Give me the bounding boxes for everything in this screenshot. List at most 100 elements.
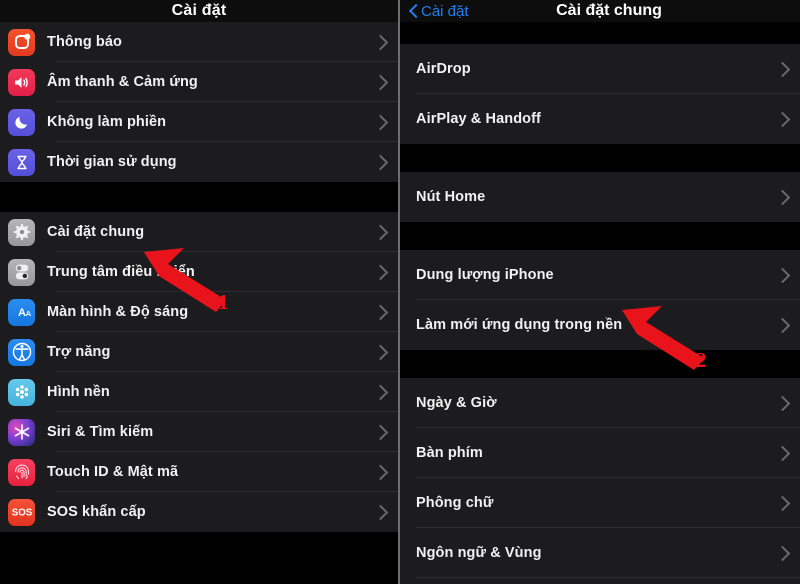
sidebar-item-label: Thông báo	[47, 34, 122, 50]
chevron-right-icon	[774, 111, 791, 128]
general-group-3: Dung lượng iPhone Làm mới ứng dụng trong…	[400, 250, 800, 350]
chevron-right-icon	[372, 34, 389, 51]
chevron-right-icon	[372, 224, 389, 241]
sidebar-item-label: Âm thanh & Cảm ứng	[47, 74, 198, 90]
sidebar-item-wallpaper[interactable]: Hình nền	[0, 372, 398, 412]
general-settings-icon	[8, 218, 35, 246]
general-settings-screen-panel: Cài đặt Cài đặt chung AirDrop AirPlay & …	[398, 0, 800, 584]
sidebar-item-label: Touch ID & Mật mã	[47, 464, 179, 480]
sidebar-item-do-not-disturb[interactable]: Không làm phiền	[0, 102, 398, 142]
section-gap	[400, 222, 800, 250]
touch-id-icon	[8, 458, 35, 486]
sidebar-item-notifications[interactable]: Thông báo	[0, 22, 398, 62]
chevron-right-icon	[774, 189, 791, 206]
sidebar-item-label: Cài đặt chung	[47, 224, 145, 240]
list-item-keyboard[interactable]: Bàn phím	[400, 428, 800, 478]
chevron-right-icon	[372, 384, 389, 401]
sidebar-item-general[interactable]: Cài đặt chung	[0, 212, 398, 252]
list-item-label: Phông chữ	[416, 495, 494, 511]
section-gap	[400, 144, 800, 172]
chevron-left-icon	[408, 3, 419, 19]
list-item-label: Ngày & Giờ	[416, 395, 497, 411]
sidebar-item-emergency-sos[interactable]: SOS SOS khẩn cấp	[0, 492, 398, 532]
left-navigation-bar: Cài đặt	[0, 0, 398, 22]
list-item-label: Bàn phím	[416, 445, 483, 461]
sidebar-item-siri-search[interactable]: Siri & Tìm kiếm	[0, 412, 398, 452]
chevron-right-icon	[774, 395, 791, 412]
list-item-label: Ngôn ngữ & Vùng	[416, 545, 542, 561]
settings-screen-panel: Cài đặt Thông báo Âm thanh & Cảm ứng Khô…	[0, 0, 398, 584]
sidebar-item-display-brightness[interactable]: A A Màn hình & Độ sáng	[0, 292, 398, 332]
list-item-background-app-refresh[interactable]: Làm mới ứng dụng trong nền	[400, 300, 800, 350]
general-group-1: AirDrop AirPlay & Handoff	[400, 44, 800, 144]
sounds-haptics-icon	[8, 68, 35, 96]
sidebar-item-label: Siri & Tìm kiếm	[47, 424, 154, 440]
section-gap	[400, 22, 800, 44]
list-item-language-region[interactable]: Ngôn ngữ & Vùng	[400, 528, 800, 578]
screen-time-icon	[8, 148, 35, 176]
settings-group-1: Thông báo Âm thanh & Cảm ứng Không làm p…	[0, 22, 398, 182]
list-item-airdrop[interactable]: AirDrop	[400, 44, 800, 94]
page-title: Cài đặt	[171, 2, 227, 19]
chevron-right-icon	[774, 495, 791, 512]
sidebar-item-label: Trợ năng	[47, 344, 111, 360]
chevron-right-icon	[372, 504, 389, 521]
sidebar-item-label: Thời gian sử dụng	[47, 154, 177, 170]
chevron-right-icon	[372, 304, 389, 321]
chevron-right-icon	[774, 61, 791, 78]
chevron-right-icon	[372, 464, 389, 481]
chevron-right-icon	[372, 74, 389, 91]
list-item-iphone-storage[interactable]: Dung lượng iPhone	[400, 250, 800, 300]
sidebar-item-accessibility[interactable]: Trợ năng	[0, 332, 398, 372]
sidebar-item-label: Không làm phiền	[47, 114, 167, 130]
list-item-dictionary[interactable]: Từ điển	[400, 578, 800, 584]
list-item-label: Nút Home	[416, 189, 486, 205]
sidebar-item-control-center[interactable]: Trung tâm điều khiển	[0, 252, 398, 292]
chevron-right-icon	[774, 545, 791, 562]
general-group-4: Ngày & Giờ Bàn phím Phông chữ Ngôn ngữ &…	[400, 378, 800, 584]
siri-search-icon	[8, 418, 35, 446]
back-button-label: Cài đặt	[421, 2, 469, 20]
notifications-icon	[8, 28, 35, 56]
list-item-label: AirDrop	[416, 61, 471, 77]
chevron-right-icon	[372, 424, 389, 441]
list-item-airplay-handoff[interactable]: AirPlay & Handoff	[400, 94, 800, 144]
annotation-number-1: 1	[218, 290, 229, 314]
chevron-right-icon	[774, 267, 791, 284]
sidebar-item-label: Trung tâm điều khiển	[47, 264, 195, 280]
general-group-2: Nút Home	[400, 172, 800, 222]
wallpaper-icon	[8, 378, 35, 406]
page-title: Cài đặt chung	[556, 2, 662, 19]
chevron-right-icon	[774, 445, 791, 462]
list-item-fonts[interactable]: Phông chữ	[400, 478, 800, 528]
list-item-home-button[interactable]: Nút Home	[400, 172, 800, 222]
section-gap	[400, 350, 800, 378]
accessibility-icon	[8, 338, 35, 366]
list-item-date-time[interactable]: Ngày & Giờ	[400, 378, 800, 428]
sidebar-item-touch-id-passcode[interactable]: Touch ID & Mật mã	[0, 452, 398, 492]
sidebar-item-label: Màn hình & Độ sáng	[47, 304, 189, 320]
list-item-label: AirPlay & Handoff	[416, 111, 541, 127]
sidebar-item-screen-time[interactable]: Thời gian sử dụng	[0, 142, 398, 182]
dual-screenshot-container: Cài đặt Thông báo Âm thanh & Cảm ứng Khô…	[0, 0, 800, 584]
chevron-right-icon	[372, 264, 389, 281]
svg-text:A: A	[25, 309, 31, 318]
annotation-number-2: 2	[696, 348, 707, 372]
svg-text:SOS: SOS	[11, 508, 32, 519]
emergency-sos-icon: SOS	[8, 498, 35, 526]
settings-group-2: Cài đặt chung Trung tâm điều khiển A A M…	[0, 212, 398, 532]
list-item-label: Dung lượng iPhone	[416, 267, 554, 283]
do-not-disturb-icon	[8, 108, 35, 136]
display-brightness-icon: A A	[8, 298, 35, 326]
chevron-right-icon	[372, 344, 389, 361]
control-center-icon	[8, 258, 35, 286]
sidebar-item-sounds-haptics[interactable]: Âm thanh & Cảm ứng	[0, 62, 398, 102]
section-gap	[0, 182, 398, 212]
chevron-right-icon	[372, 154, 389, 171]
list-item-label: Làm mới ứng dụng trong nền	[416, 317, 623, 333]
chevron-right-icon	[372, 114, 389, 131]
chevron-right-icon	[774, 317, 791, 334]
back-button[interactable]: Cài đặt	[408, 3, 469, 19]
right-navigation-bar: Cài đặt Cài đặt chung	[400, 0, 800, 22]
sidebar-item-label: SOS khẩn cấp	[47, 504, 146, 520]
